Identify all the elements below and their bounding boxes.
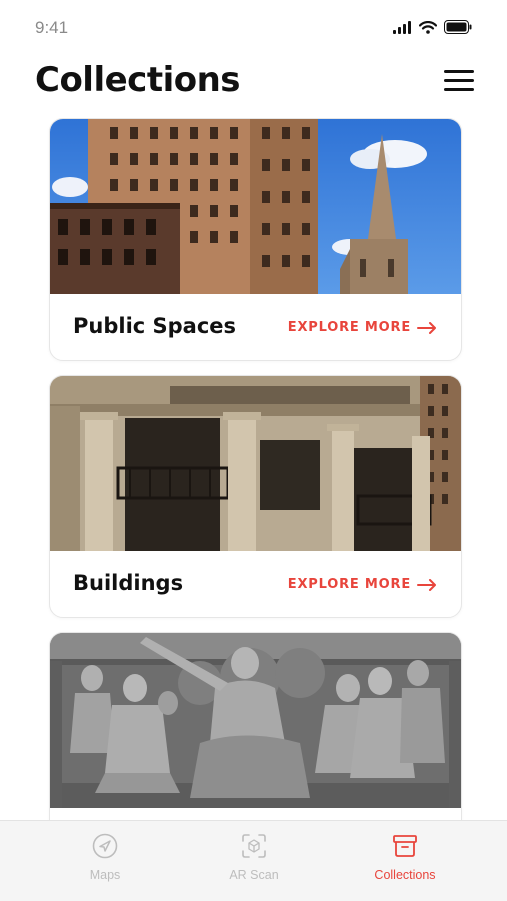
collection-image-sculptures xyxy=(50,633,461,808)
collection-card-public-spaces[interactable]: Public Spaces EXPLORE MORE xyxy=(49,118,462,361)
menu-button[interactable] xyxy=(444,70,474,94)
status-time: 9:41 xyxy=(35,18,69,37)
archive-box-icon xyxy=(393,835,417,857)
tab-label: Maps xyxy=(89,868,121,882)
wifi-icon xyxy=(419,20,437,34)
scan-frame-icon xyxy=(242,834,266,858)
battery-icon xyxy=(444,20,472,34)
navigation-arrow-icon xyxy=(92,833,118,859)
header: Collections xyxy=(0,58,507,108)
menu-icon-line xyxy=(444,88,474,91)
collection-image-public-spaces xyxy=(50,119,461,294)
card-title: Public Spaces xyxy=(73,314,237,338)
menu-icon-line xyxy=(444,70,474,73)
card-footer: Public Spaces EXPLORE MORE xyxy=(50,294,461,360)
collection-card-sculptures[interactable] xyxy=(49,632,462,820)
collection-image-buildings xyxy=(50,376,461,551)
card-title: Buildings xyxy=(73,571,184,595)
tab-bar: Maps AR Scan Collections xyxy=(0,820,507,901)
status-bar: 9:41 xyxy=(0,0,507,56)
collections-list[interactable]: Public Spaces EXPLORE MORE Buildings EXP… xyxy=(0,118,507,820)
signal-icon xyxy=(393,20,411,34)
explore-more-label: EXPLORE MORE xyxy=(287,320,411,335)
explore-more-link[interactable]: EXPLORE MORE xyxy=(288,577,437,592)
menu-icon-line xyxy=(444,79,474,82)
tab-ar-scan[interactable]: AR Scan xyxy=(194,833,314,882)
page-title: Collections xyxy=(35,60,241,100)
collection-card-buildings[interactable]: Buildings EXPLORE MORE xyxy=(49,375,462,618)
status-icons xyxy=(393,20,472,34)
tab-label: AR Scan xyxy=(229,868,279,882)
explore-more-label: EXPLORE MORE xyxy=(287,577,411,592)
explore-more-link[interactable]: EXPLORE MORE xyxy=(288,320,437,335)
arrow-right-icon xyxy=(417,578,436,591)
tab-collections[interactable]: Collections xyxy=(345,833,465,882)
tab-label: Collections xyxy=(374,868,436,882)
tab-maps[interactable]: Maps xyxy=(45,833,165,882)
card-footer: Buildings EXPLORE MORE xyxy=(50,551,461,617)
arrow-right-icon xyxy=(417,321,436,334)
card-footer xyxy=(50,808,461,820)
